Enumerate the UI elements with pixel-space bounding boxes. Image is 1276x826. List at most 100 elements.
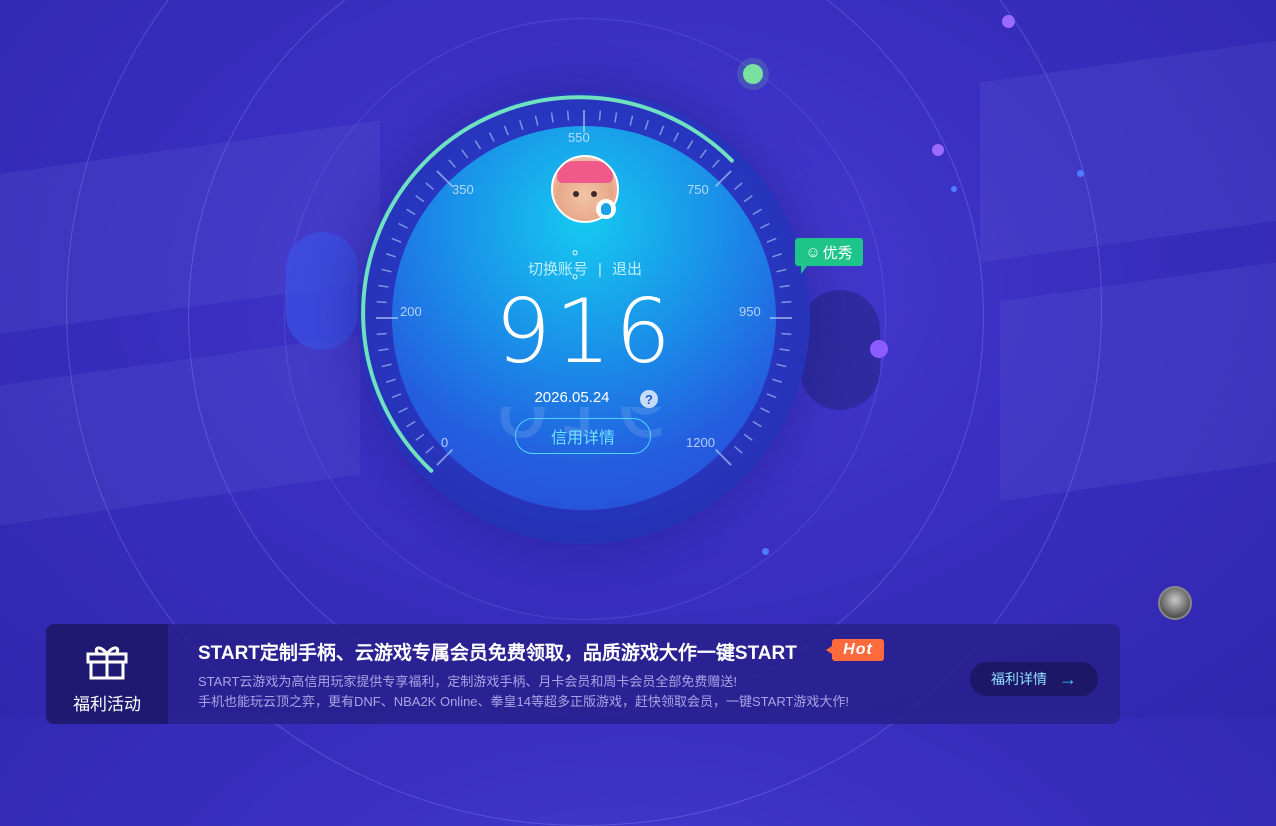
- gauge-tick: [425, 182, 434, 190]
- gauge-tick: [398, 222, 408, 229]
- credit-score: 916: [495, 280, 675, 383]
- gauge-tick: [752, 420, 762, 428]
- gauge-tick: [381, 268, 392, 273]
- gauge-tick: [743, 195, 753, 203]
- gauge-tick: [391, 237, 402, 243]
- gauge-tick: [699, 149, 707, 159]
- gauge-tick: [714, 448, 732, 466]
- credit-detail-button[interactable]: 信用详情: [515, 418, 651, 454]
- help-icon[interactable]: ?: [640, 390, 658, 408]
- avatar-eye: [591, 191, 597, 197]
- tick-label-950: 950: [739, 304, 761, 319]
- decor-dot: [1077, 170, 1084, 177]
- link-separator: |: [598, 261, 602, 278]
- gauge-tick: [385, 253, 396, 258]
- gauge-tick: [644, 119, 649, 130]
- gauge-tick: [550, 112, 554, 123]
- gauge-tick: [781, 300, 792, 304]
- gauge-tick: [474, 140, 482, 150]
- gauge-tick: [381, 363, 392, 368]
- gauge-tick: [566, 110, 570, 121]
- tick-label-0: 0: [441, 435, 449, 450]
- decor-dot: [1002, 15, 1015, 28]
- gauge-tick: [734, 446, 743, 454]
- gauge-tick: [461, 149, 469, 159]
- gauge-tick: [743, 433, 753, 441]
- decor-dot: [870, 340, 888, 358]
- gauge-tick: [772, 253, 783, 258]
- qq-icon: [596, 199, 616, 219]
- gauge-tick: [598, 110, 602, 121]
- gift-icon: [86, 646, 128, 680]
- gauge-tick: [772, 378, 783, 383]
- gauge-tick: [779, 284, 790, 288]
- promo-side[interactable]: 福利活动: [46, 624, 168, 724]
- gauge-tick: [406, 420, 416, 428]
- gauge-tick: [398, 407, 408, 414]
- tick-label-750: 750: [687, 182, 709, 197]
- promo-detail-button[interactable]: 福利详情 →: [970, 662, 1098, 696]
- gauge-tick: [436, 170, 454, 188]
- switch-account-link[interactable]: 切换账号: [528, 261, 588, 278]
- gauge-tick: [376, 332, 387, 336]
- gauge-tick: [760, 407, 770, 414]
- gauge-tick: [378, 284, 389, 288]
- gauge-tick: [766, 393, 777, 399]
- gauge-tick: [766, 237, 777, 243]
- gauge-tick: [629, 115, 634, 126]
- floating-avatar[interactable]: [1158, 586, 1192, 620]
- gauge-tick: [391, 393, 402, 399]
- gauge-tick: [519, 119, 524, 130]
- gauge-tick: [448, 159, 456, 168]
- decor-blob: [800, 290, 880, 410]
- gauge-tick: [436, 448, 454, 466]
- tick-label-550: 550: [568, 130, 590, 145]
- score-date: 2026.05.24: [534, 389, 610, 406]
- tick-label-350: 350: [452, 182, 474, 197]
- gauge-tick: [686, 140, 694, 150]
- decor-dot: [932, 144, 944, 156]
- promo-description: START云游戏为高信用玩家提供专享福利，定制游戏手柄、月卡会员和周卡会员全部免…: [198, 672, 849, 712]
- avatar-eye: [573, 191, 579, 197]
- gauge-tick: [425, 446, 434, 454]
- gauge-tick: [488, 132, 495, 142]
- promo-banner: 福利活动 START定制手柄、云游戏专属会员免费领取，品质游戏大作一键START…: [46, 624, 1120, 724]
- gauge-tick: [406, 208, 416, 216]
- promo-desc-line2: 手机也能玩云顶之弈，更有DNF、NBA2K Online、拳皇14等超多正版游戏…: [198, 694, 850, 709]
- arrow-right-icon: →: [1059, 668, 1077, 689]
- promo-title[interactable]: START定制手柄、云游戏专属会员免费领取，品质游戏大作一键START: [198, 638, 797, 665]
- promo-label: 福利活动: [73, 695, 141, 714]
- gauge-tick: [752, 208, 762, 216]
- decor-dot: [951, 186, 957, 192]
- tick-label-200: 200: [400, 304, 422, 319]
- gauge-tick: [776, 363, 787, 368]
- avatar-hat: [557, 161, 613, 183]
- smile-icon: ☺: [805, 243, 821, 261]
- logout-link[interactable]: 退出: [612, 261, 642, 278]
- gauge-tick: [378, 348, 389, 352]
- gauge-tick: [503, 125, 509, 136]
- account-links: 切换账号 | 退出: [500, 258, 670, 279]
- gauge-tick: [659, 125, 665, 136]
- gauge-tick: [760, 222, 770, 229]
- gauge-tick: [673, 132, 680, 142]
- gauge-tick: [534, 115, 539, 126]
- rating-label: 优秀: [822, 244, 853, 262]
- gauge-tick: [779, 348, 790, 352]
- promo-desc-line1: START云游戏为高信用玩家提供专享福利，定制游戏手柄、月卡会员和周卡会员全部免…: [198, 674, 738, 689]
- gauge-tick: [714, 170, 732, 188]
- decor-dot: [762, 548, 769, 555]
- gauge-tick: [614, 112, 618, 123]
- promo-detail-label: 福利详情: [991, 671, 1047, 687]
- gauge-tick: [376, 300, 387, 304]
- rating-badge: ☺ 优秀: [795, 238, 863, 274]
- gauge-tick: [415, 433, 425, 441]
- gauge-tick: [781, 332, 792, 336]
- gauge-tick: [712, 159, 720, 168]
- decor-blob: [286, 232, 358, 350]
- gauge-tick: [415, 195, 425, 203]
- gauge-tick: [776, 268, 787, 273]
- gauge-tick: [385, 378, 396, 383]
- hot-badge: Hot: [826, 639, 884, 661]
- tick-label-1200: 1200: [686, 435, 715, 450]
